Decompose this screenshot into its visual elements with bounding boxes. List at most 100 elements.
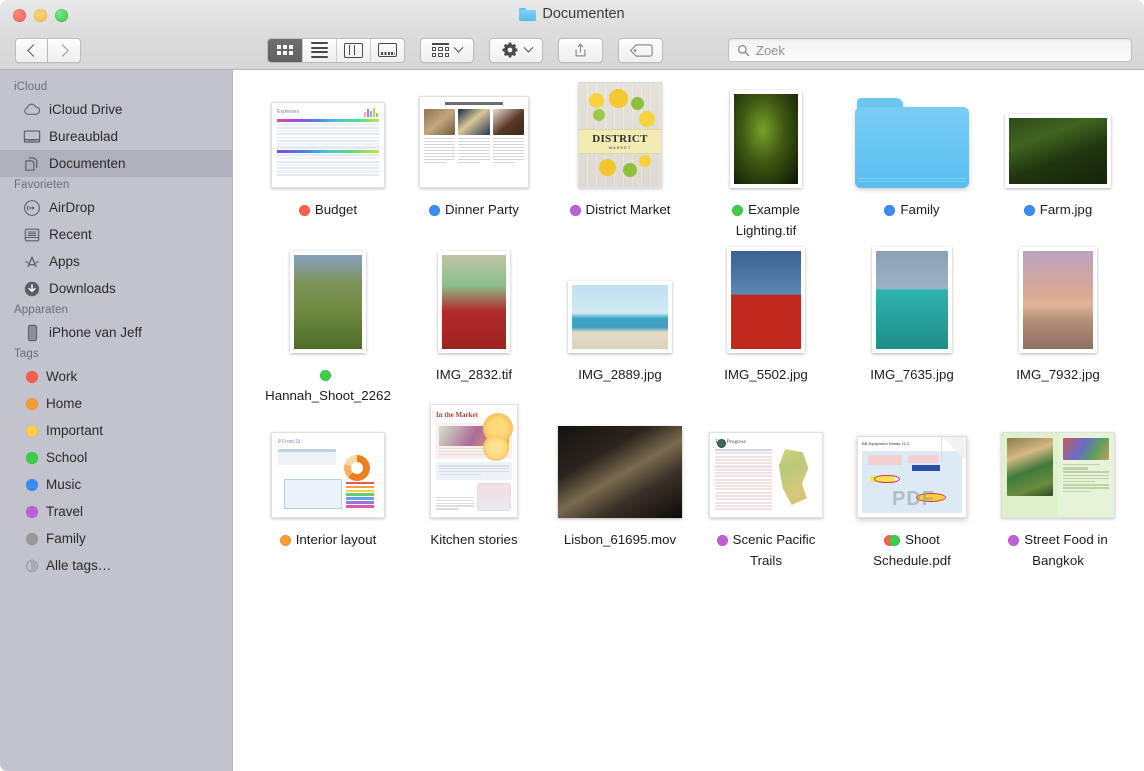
file-label: Family <box>884 199 939 220</box>
file-thumbnail: Trail Progress <box>693 412 839 520</box>
file-thumbnail <box>401 247 547 355</box>
file-label: Dinner Party <box>429 199 519 220</box>
file-item[interactable]: IMG_2889.jpg <box>547 247 693 406</box>
file-name: IMG_2889.jpg <box>578 367 662 382</box>
file-item[interactable]: BB Equipment Needs 10.2 <box>839 412 985 571</box>
file-tag-dots <box>429 205 440 216</box>
sidebar-item-label: iPhone van Jeff <box>49 325 142 340</box>
file-item[interactable]: IMG_7932.jpg <box>985 247 1131 406</box>
file-item[interactable]: Farm.jpg <box>985 82 1131 241</box>
photo-thumbnail <box>568 281 672 353</box>
poster-band: DISTRICT MARKET <box>579 129 661 154</box>
sidebar-item-tag-important[interactable]: Important <box>0 417 232 444</box>
sidebar-item-bureaublad[interactable]: Bureaublad <box>0 123 232 150</box>
file-item[interactable]: DISTRICT MARKET District Market <box>547 82 693 241</box>
file-name: Kitchen stories <box>430 532 517 547</box>
file-tag-dots <box>732 205 743 216</box>
list-view-button[interactable] <box>302 39 336 62</box>
thumbnail-title: Trail Progress <box>715 439 817 445</box>
file-thumbnail: Expenses <box>255 82 401 190</box>
file-label: Scenic Pacific Trails <box>700 529 832 571</box>
iphone-icon <box>23 324 41 342</box>
file-item[interactable]: Trail Progress <box>693 412 839 571</box>
forward-button[interactable] <box>48 38 81 63</box>
chart-icon <box>364 108 378 117</box>
sidebar-section-header-favorieten: Favorieten <box>0 177 232 194</box>
action-menu-button[interactable] <box>489 38 543 63</box>
sidebar-item-tag-travel[interactable]: Travel <box>0 498 232 525</box>
file-item[interactable]: Street Food in Bangkok <box>985 412 1131 571</box>
photo-thumbnail <box>872 247 952 353</box>
sidebar-item-iphone-van-jeff[interactable]: iPhone van Jeff <box>0 319 232 346</box>
view-mode-segmented-control <box>267 38 405 63</box>
file-label: Example Lighting.tif <box>700 199 832 241</box>
toolbar: Zoek <box>0 30 1144 70</box>
file-thumbnail: 8 Front St. <box>255 412 401 520</box>
sidebar-item-label: School <box>46 450 87 465</box>
sidebar-item-label: Apps <box>49 254 80 269</box>
legend-icon <box>346 482 374 509</box>
sidebar-item-tag-family[interactable]: Family <box>0 525 232 552</box>
file-item[interactable]: 8 Front St. Interior layout <box>255 412 401 571</box>
close-window-button[interactable] <box>13 9 26 22</box>
movie-thumbnail <box>558 426 682 518</box>
file-thumbnail <box>985 412 1131 520</box>
edit-tags-button[interactable] <box>618 38 663 63</box>
file-grid: Expenses <box>233 82 1144 571</box>
column-view-button[interactable] <box>336 39 370 62</box>
file-label: IMG_5502.jpg <box>724 364 808 385</box>
file-thumbnail <box>693 82 839 190</box>
file-grid-area[interactable]: Expenses <box>233 70 1144 771</box>
file-tag-dots <box>1024 205 1035 216</box>
icon-view-button[interactable] <box>268 39 302 62</box>
sidebar-item-icloud-drive[interactable]: iCloud Drive <box>0 96 232 123</box>
sidebar-item-tag-home[interactable]: Home <box>0 390 232 417</box>
file-item[interactable]: IMG_5502.jpg <box>693 247 839 406</box>
tag-dot-icon <box>26 479 38 491</box>
search-field[interactable]: Zoek <box>728 38 1132 62</box>
file-label: IMG_2832.tif <box>436 364 512 385</box>
donut-chart-icon <box>344 455 370 481</box>
share-button[interactable] <box>558 38 603 63</box>
file-item[interactable]: Example Lighting.tif <box>693 82 839 241</box>
back-button[interactable] <box>15 38 48 63</box>
sidebar-item-documenten[interactable]: Documenten <box>0 150 232 177</box>
file-item[interactable]: Lisbon_61695.mov <box>547 412 693 571</box>
file-item[interactable]: IMG_7635.jpg <box>839 247 985 406</box>
all-tags-icon <box>26 560 38 572</box>
sidebar-item-recent[interactable]: Recent <box>0 221 232 248</box>
photo-thumbnail <box>290 251 366 353</box>
photo-thumbnail <box>438 251 510 353</box>
sidebar-section-header-tags: Tags <box>0 346 232 363</box>
file-label: Interior layout <box>280 529 377 550</box>
sidebar[interactable]: iCloud iCloud Drive Bureaublad <box>0 70 233 771</box>
gallery-view-button[interactable] <box>370 39 404 62</box>
file-item[interactable]: Hannah_Shoot_2262 <box>255 247 401 406</box>
sidebar-item-apps[interactable]: Apps <box>0 248 232 275</box>
file-thumbnail <box>839 82 985 190</box>
sidebar-item-tag-school[interactable]: School <box>0 444 232 471</box>
file-item[interactable]: IMG_2832.tif <box>401 247 547 406</box>
sidebar-item-label: Bureaublad <box>49 129 118 144</box>
chevron-right-icon <box>56 44 69 57</box>
file-thumbnail <box>547 247 693 355</box>
traffic-lights <box>13 9 68 22</box>
file-tag-dots <box>320 370 331 381</box>
file-item[interactable]: Dinner Party <box>401 82 547 241</box>
tag-dot-icon <box>26 506 38 518</box>
chevron-left-icon <box>27 44 40 57</box>
minimize-window-button[interactable] <box>34 9 47 22</box>
sidebar-item-tag-music[interactable]: Music <box>0 471 232 498</box>
file-item[interactable]: Expenses <box>255 82 401 241</box>
sidebar-item-airdrop[interactable]: AirDrop <box>0 194 232 221</box>
file-thumbnail <box>547 412 693 520</box>
sidebar-item-downloads[interactable]: Downloads <box>0 275 232 302</box>
arrange-by-button[interactable] <box>420 38 474 63</box>
file-item[interactable]: In the Market <box>401 412 547 571</box>
sidebar-item-tag-work[interactable]: Work <box>0 363 232 390</box>
file-item[interactable]: Family <box>839 82 985 241</box>
search-placeholder: Zoek <box>756 43 785 58</box>
zoom-window-button[interactable] <box>55 9 68 22</box>
file-name: Family <box>900 202 939 217</box>
sidebar-item-all-tags[interactable]: Alle tags… <box>0 552 232 579</box>
